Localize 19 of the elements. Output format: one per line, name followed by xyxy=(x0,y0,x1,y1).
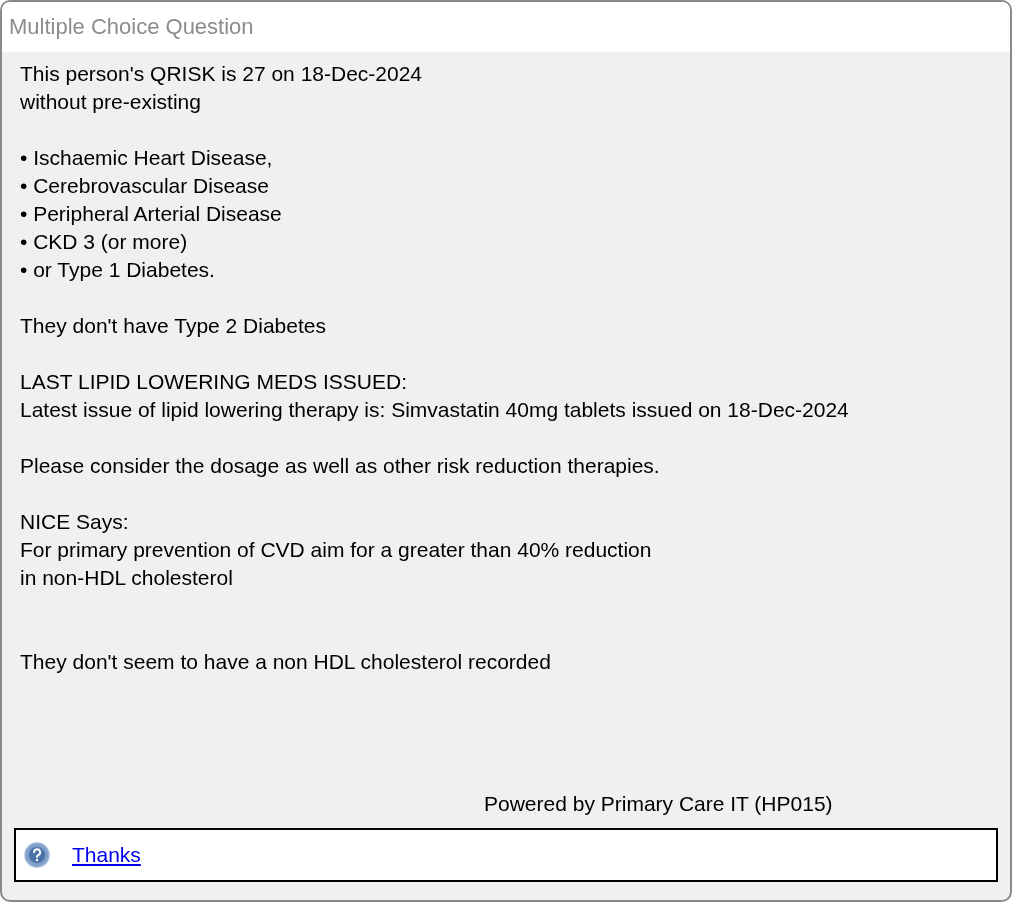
message-line: For primary prevention of CVD aim for a greater than 40% reduction xyxy=(20,537,653,563)
message-line: NICE Says: xyxy=(20,509,130,535)
window-title: Multiple Choice Question xyxy=(9,14,254,40)
message-line: • Ischaemic Heart Disease, xyxy=(20,145,274,171)
powered-by-text: Powered by Primary Care IT (HP015) xyxy=(484,792,833,815)
message-line: They don't seem to have a non HDL cholesterol recorded xyxy=(20,649,552,675)
message-line: • CKD 3 (or more) xyxy=(20,229,189,255)
message-line: • Peripheral Arterial Disease xyxy=(20,201,283,227)
message-line: • or Type 1 Diabetes. xyxy=(20,257,216,283)
message-line: Please consider the dosage as well as other risk reduction therapies. xyxy=(20,453,661,479)
thanks-link[interactable]: Thanks xyxy=(72,843,141,867)
message-line: They don't have Type 2 Diabetes xyxy=(20,313,327,339)
message-line: This person's QRISK is 27 on 18-Dec-2024 xyxy=(20,61,424,87)
message-line: LAST LIPID LOWERING MEDS ISSUED: xyxy=(20,369,409,395)
help-icon xyxy=(24,842,50,868)
message-line: • Cerebrovascular Disease xyxy=(20,173,270,199)
message-line: without pre-existing xyxy=(20,89,202,115)
message-line: in non-HDL cholesterol xyxy=(20,565,234,591)
message-line: Latest issue of lipid lowering therapy is: Simvastatin 40mg tablets issued on 18-Dec-2024 xyxy=(20,397,850,423)
